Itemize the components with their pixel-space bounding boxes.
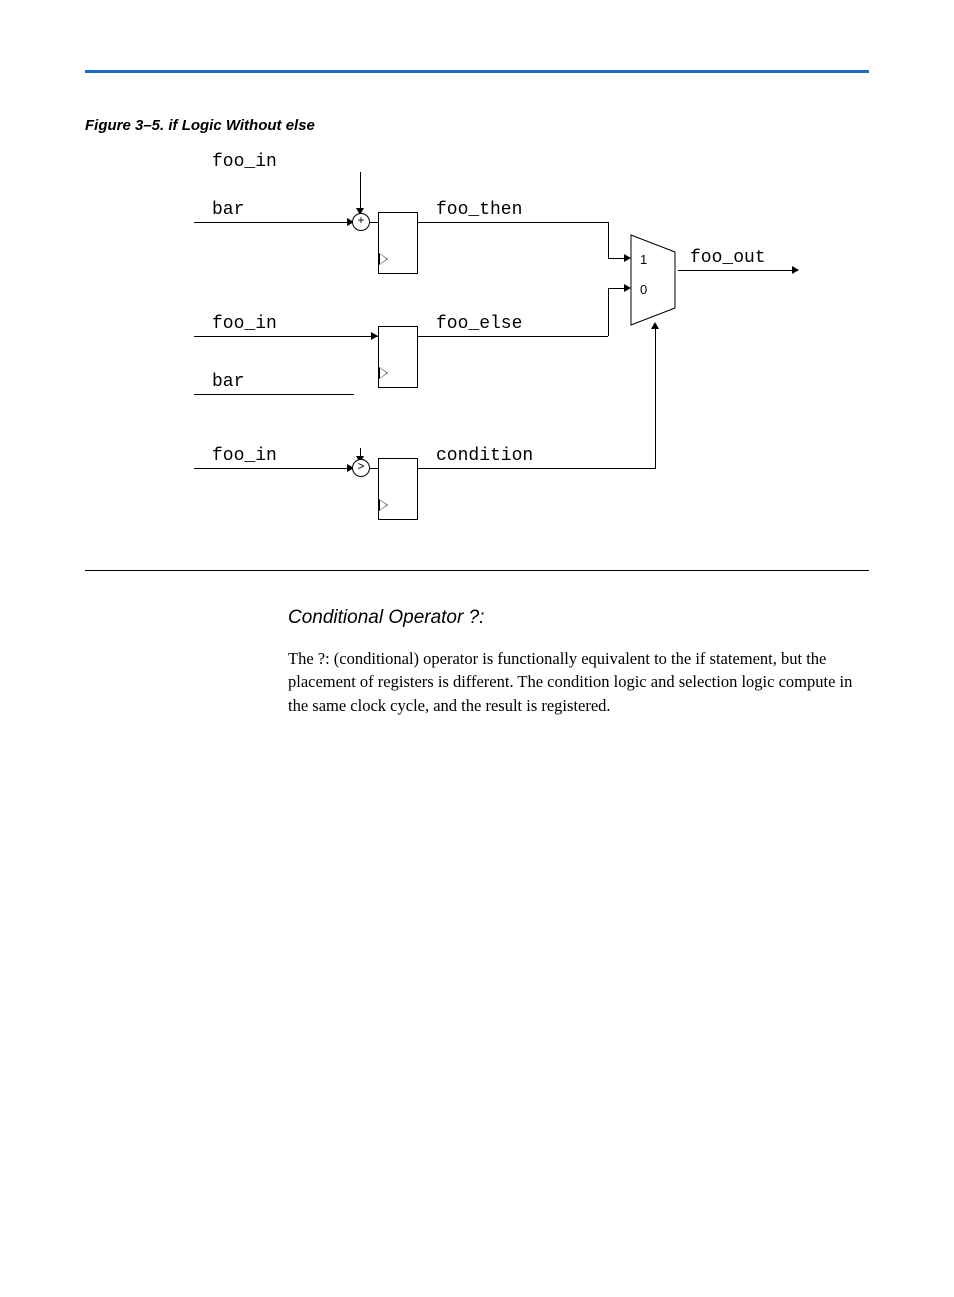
underline — [194, 336, 354, 337]
underline — [194, 468, 354, 469]
wire — [360, 172, 361, 212]
wire — [568, 336, 608, 337]
label-foo-then: foo_then — [436, 200, 522, 220]
register — [378, 458, 418, 520]
mux-input-0-label: 0 — [640, 282, 647, 297]
section-heading: Conditional Operator ?: — [288, 607, 954, 629]
comparator-op: > — [352, 459, 370, 477]
underline — [194, 222, 354, 223]
underline — [418, 336, 568, 337]
underline — [418, 468, 568, 469]
label-foo-in-top: foo_in — [212, 152, 277, 172]
label-bar-mid: bar — [212, 372, 244, 392]
label-foo-else: foo_else — [436, 314, 522, 334]
arrow — [792, 266, 799, 274]
wire — [370, 222, 378, 223]
label-condition: condition — [436, 446, 533, 466]
header-rule — [85, 70, 869, 73]
arrow — [371, 332, 378, 340]
register — [378, 326, 418, 388]
underline — [678, 270, 798, 271]
circuit-diagram: foo_in bar foo_then foo_out foo_in foo_e… — [170, 150, 810, 570]
wire — [568, 222, 608, 223]
mux-input-1-label: 1 — [640, 252, 647, 267]
body-paragraph: The ?: (conditional) operator is functio… — [288, 647, 864, 717]
register — [378, 212, 418, 274]
underline — [418, 222, 568, 223]
figure-bottom-rule — [85, 570, 869, 571]
wire — [608, 222, 609, 258]
wire — [655, 328, 656, 468]
adder-op: + — [352, 213, 370, 231]
wire — [568, 468, 656, 469]
mux: 1 0 — [630, 234, 676, 326]
wire — [608, 288, 609, 336]
label-bar-top: bar — [212, 200, 244, 220]
label-foo-in-mid: foo_in — [212, 314, 277, 334]
underline — [194, 394, 354, 395]
label-foo-in-bot: foo_in — [212, 446, 277, 466]
wire — [370, 468, 378, 469]
figure-caption: Figure 3–5. if Logic Without else — [85, 117, 954, 134]
label-foo-out: foo_out — [690, 248, 766, 268]
